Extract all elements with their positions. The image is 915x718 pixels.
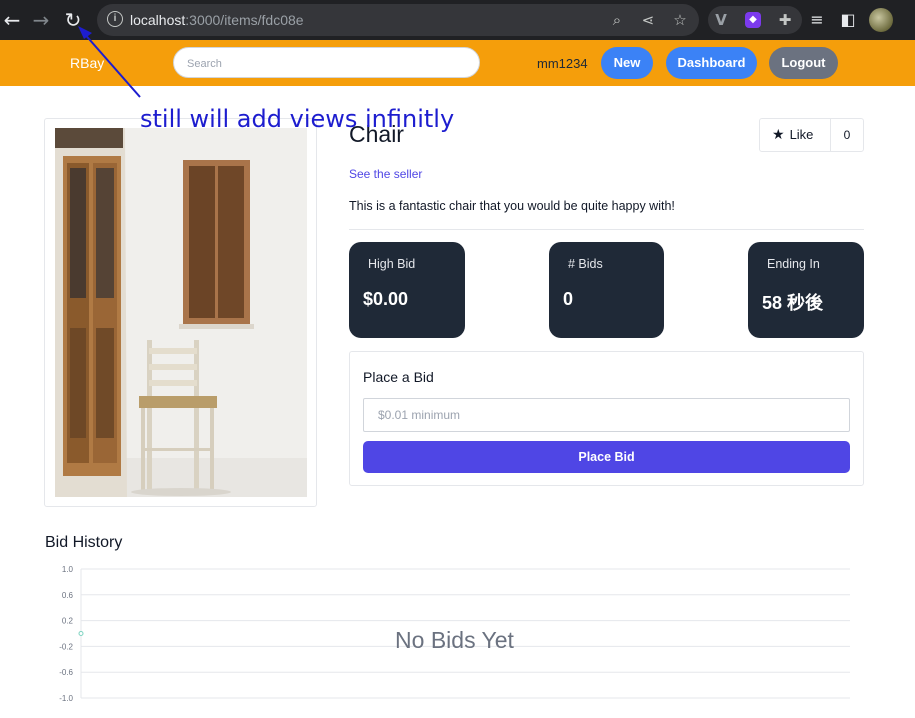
annotation-text: still will add views infinitly <box>140 105 455 133</box>
annotation-arrow <box>78 26 141 98</box>
